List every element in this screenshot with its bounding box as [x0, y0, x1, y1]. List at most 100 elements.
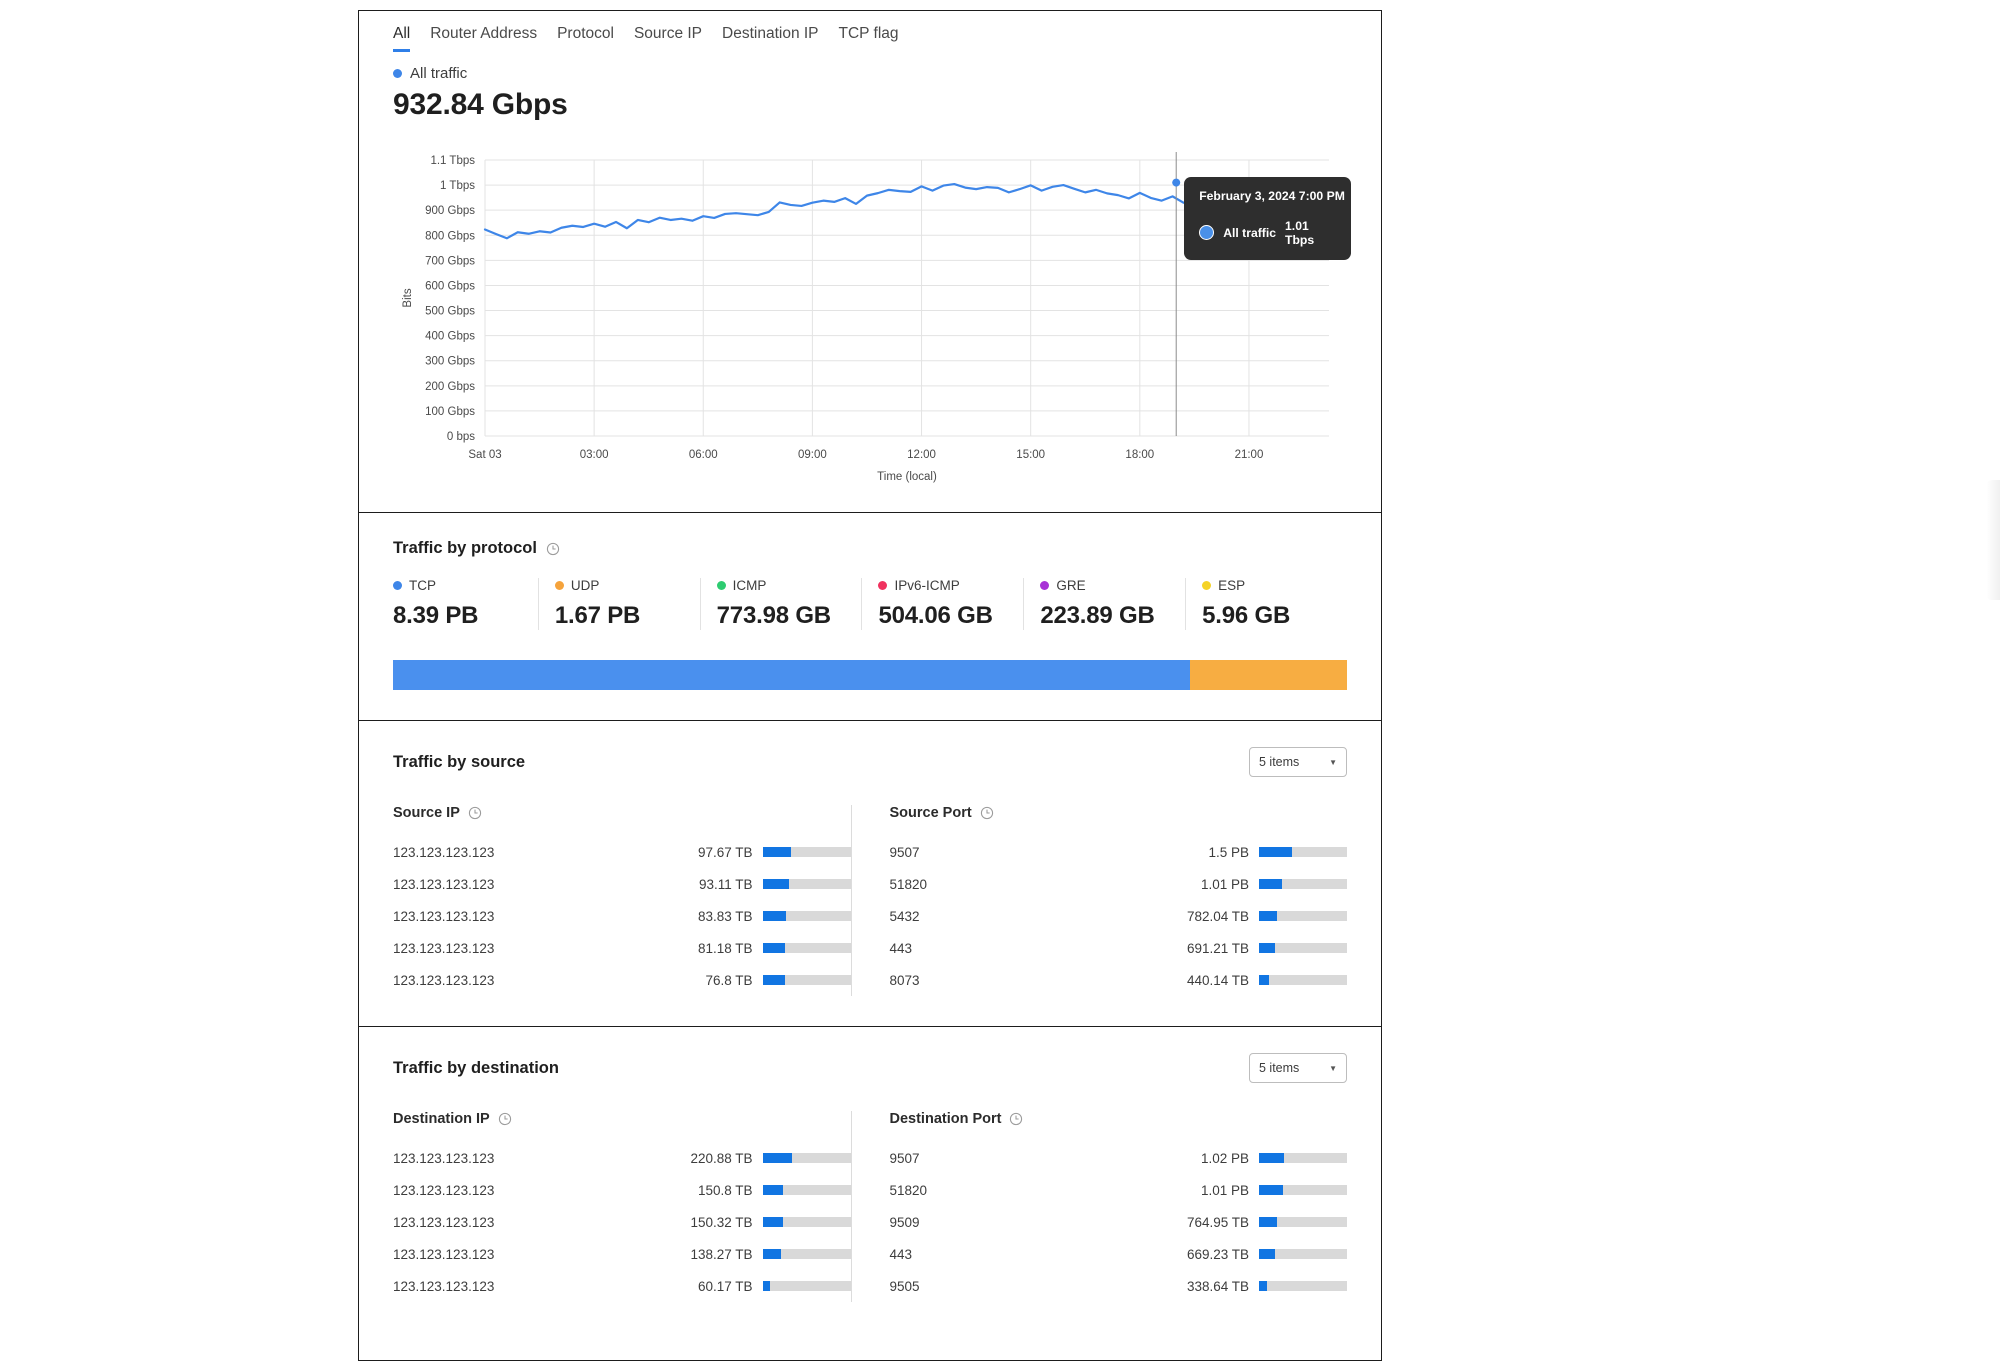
table-row[interactable]: 9505 338.64 TB [890, 1270, 1347, 1302]
protocol-name: IPv6-ICMP [894, 578, 960, 593]
clock-icon[interactable] [546, 542, 560, 556]
row-bar [1259, 879, 1347, 889]
tab-active-underline [393, 49, 411, 52]
tab-destination-ip[interactable]: Destination IP [722, 25, 819, 49]
destination-items-select[interactable]: 5 items ▼ [1249, 1053, 1347, 1083]
tab-tcp-flag[interactable]: TCP flag [839, 25, 899, 49]
y-axis-tick-label: 700 Gbps [425, 255, 475, 267]
row-value: 1.5 PB [1208, 844, 1249, 860]
row-key: 123.123.123.123 [393, 1182, 495, 1198]
tab-all[interactable]: All [393, 25, 411, 58]
page-scrollbar-edge[interactable] [1986, 480, 2000, 600]
table-row[interactable]: 5432 782.04 TB [890, 900, 1347, 932]
y-axis-tick-label: 0 bps [447, 431, 475, 443]
tab-router-address[interactable]: Router Address [430, 25, 537, 49]
clock-icon[interactable] [468, 806, 482, 820]
x-axis-tick-label: 15:00 [1016, 449, 1045, 461]
table-row[interactable]: 123.123.123.123 93.11 TB [393, 868, 851, 900]
protocol-value: 223.89 GB [1040, 602, 1155, 629]
tooltip-series-value: 1.01 Tbps [1285, 218, 1315, 247]
protocol-legend-dot [393, 581, 402, 590]
column-header: Destination Port [890, 1111, 1348, 1127]
row-key: 123.123.123.123 [393, 1150, 495, 1166]
row-key: 9509 [889, 1214, 920, 1230]
table-row[interactable]: 9507 1.02 PB [890, 1142, 1347, 1174]
protocol-value: 8.39 PB [393, 602, 479, 629]
row-value: 150.8 TB [697, 1182, 753, 1198]
table-row[interactable]: 123.123.123.123 220.88 TB [393, 1142, 851, 1174]
row-bar [1259, 847, 1347, 857]
destination-column-destination-ip: Destination IP 123.123.123.123 220.88 TB 12… [393, 1111, 851, 1302]
column-header-label: Destination Port [889, 1111, 1002, 1127]
traffic-by-protocol-title: Traffic by protocol [393, 539, 537, 557]
protocol-metric-tcp[interactable]: TCP 8.39 PB [393, 578, 539, 630]
protocol-metric-header: TCP [393, 578, 522, 593]
table-row[interactable]: 123.123.123.123 60.17 TB [393, 1270, 851, 1302]
flow-analytics-card: All Router Address Protocol Source IP Destin… [358, 10, 1382, 1361]
protocol-stacked-bar[interactable] [393, 660, 1347, 690]
tab-bar: All Router Address Protocol Source IP Destin… [359, 11, 1381, 53]
chevron-down-icon: ▼ [1329, 757, 1337, 767]
protocol-metric-icmp[interactable]: ICMP 773.98 GB [701, 578, 863, 630]
tab-protocol[interactable]: Protocol [557, 25, 614, 49]
column-header-label: Source IP [393, 805, 460, 821]
clock-icon[interactable] [1009, 1112, 1023, 1126]
x-axis-tick-label: 09:00 [798, 449, 827, 461]
protocol-name: TCP [409, 578, 436, 593]
protocol-metric-udp[interactable]: UDP 1.67 PB [539, 578, 701, 630]
tab-source-ip[interactable]: Source IP [634, 25, 702, 49]
y-axis-tick-label: 900 Gbps [425, 205, 475, 217]
table-row[interactable]: 123.123.123.123 83.83 TB [393, 900, 851, 932]
protocol-value: 5.96 GB [1202, 602, 1291, 629]
row-key: 123.123.123.123 [393, 1246, 495, 1262]
table-row[interactable]: 8073 440.14 TB [890, 964, 1347, 996]
headline-value: 932.84 Gbps [393, 88, 568, 121]
clock-icon[interactable] [498, 1112, 512, 1126]
protocol-legend-dot [1202, 581, 1212, 590]
x-axis-tick-label: 12:00 [907, 449, 936, 461]
row-key: 51820 [889, 876, 928, 892]
row-key: 443 [889, 1246, 913, 1262]
stacked-bar-segment-udp[interactable] [1189, 660, 1347, 690]
traffic-by-protocol-header: Traffic by protocol [393, 539, 1347, 558]
row-bar-fill [762, 1249, 781, 1259]
table-row[interactable]: 443 691.21 TB [890, 932, 1347, 964]
source-items-select-value: 5 items [1259, 755, 1300, 769]
table-row[interactable]: 9507 1.5 PB [890, 836, 1347, 868]
traffic-line-chart[interactable]: 0 bps 100 Gbps 200 Gbps 300 Gbps 400 Gbps 500… [359, 122, 1381, 512]
y-axis-tick-label: 400 Gbps [425, 331, 475, 343]
table-row[interactable]: 51820 1.01 PB [889, 868, 1347, 900]
protocol-legend-dot [1040, 581, 1050, 590]
table-row[interactable]: 9509 764.95 TB [889, 1206, 1347, 1238]
row-key: 51820 [889, 1182, 928, 1198]
table-row[interactable]: 443 669.23 TB [889, 1238, 1347, 1270]
source-items-select[interactable]: 5 items ▼ [1249, 747, 1347, 777]
table-row[interactable]: 123.123.123.123 97.67 TB [393, 836, 851, 868]
row-bar-fill [1259, 943, 1275, 953]
row-bar-fill [1259, 1217, 1278, 1227]
y-axis-tick-label: 500 Gbps [425, 306, 475, 318]
row-value: 60.17 TB [697, 1278, 753, 1294]
protocol-metric-esp[interactable]: ESP 5.96 GB [1186, 578, 1347, 630]
row-bar [1259, 1153, 1347, 1163]
stacked-bar-segment-tcp[interactable] [393, 660, 1190, 690]
protocol-metric-ipv6-icmp[interactable]: IPv6-ICMP 504.06 GB [862, 578, 1025, 630]
traffic-by-source-section: Traffic by source 5 items ▼ Source IP 123… [359, 721, 1381, 1027]
y-axis-tick-label: 1.1 Tbps [430, 155, 475, 167]
table-row[interactable]: 51820 1.01 PB [889, 1174, 1347, 1206]
table-row[interactable]: 123.123.123.123 76.8 TB [393, 964, 851, 996]
row-bar-fill [762, 879, 789, 889]
x-axis-tick-label: 21:00 [1235, 449, 1264, 461]
x-axis-tick-label: Sat 03 [468, 449, 501, 461]
table-row[interactable]: 123.123.123.123 150.8 TB [393, 1174, 851, 1206]
row-key: 123.123.123.123 [393, 940, 495, 956]
row-key: 123.123.123.123 [393, 1278, 495, 1294]
clock-icon[interactable] [980, 806, 994, 820]
table-row[interactable]: 123.123.123.123 138.27 TB [393, 1238, 851, 1270]
table-row[interactable]: 123.123.123.123 150.32 TB [393, 1206, 851, 1238]
table-row[interactable]: 123.123.123.123 81.18 TB [393, 932, 851, 964]
row-bar-fill [1259, 975, 1269, 985]
row-value: 83.83 TB [697, 908, 753, 924]
row-bar [1259, 1185, 1347, 1195]
protocol-metric-gre[interactable]: GRE 223.89 GB [1024, 578, 1187, 630]
